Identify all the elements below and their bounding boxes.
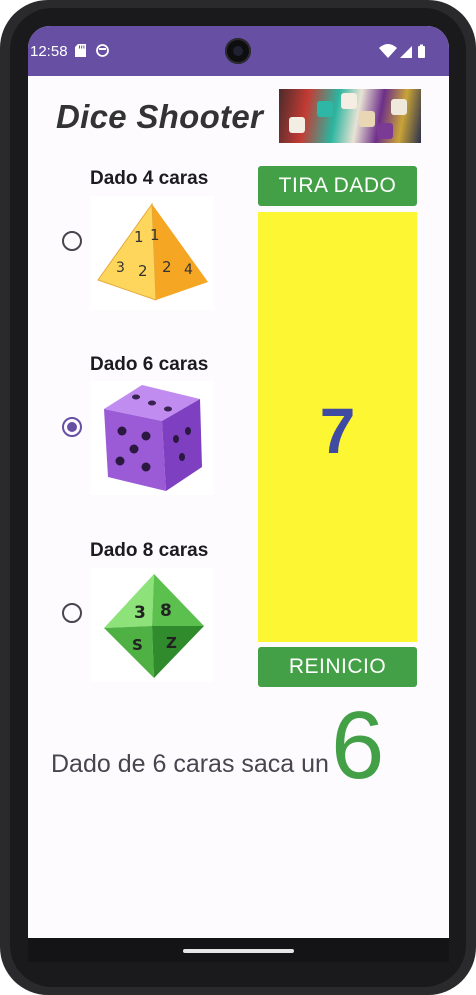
signal-icon — [400, 46, 412, 58]
roll-dice-button[interactable]: TIRA DADO — [258, 166, 417, 206]
reset-button[interactable]: REINICIO — [258, 647, 417, 687]
svg-text:2: 2 — [138, 262, 148, 280]
svg-text:8: 8 — [160, 601, 172, 621]
app-screen: 12:58 Dice Shooter Dado 4 caras 1 1 3 2 … — [28, 26, 449, 962]
radio-die-8-faces[interactable] — [62, 603, 82, 623]
die-label-6-faces: Dado 6 caras — [90, 354, 209, 375]
svg-text:Z: Z — [166, 634, 177, 652]
result-value: 6 — [331, 692, 385, 799]
svg-text:3: 3 — [134, 603, 146, 623]
roll-display-panel: 7 — [258, 212, 417, 642]
dice-banner-image — [279, 89, 421, 143]
svg-text:S: S — [132, 636, 143, 654]
svg-text:2: 2 — [162, 258, 172, 276]
svg-text:1: 1 — [134, 228, 144, 246]
radio-die-6-faces[interactable] — [62, 417, 82, 437]
die-label-4-faces: Dado 4 caras — [90, 168, 209, 189]
home-gesture-handle[interactable] — [183, 949, 294, 953]
d6-cube-die-icon — [90, 381, 214, 495]
die-label-8-faces: Dado 8 caras — [90, 540, 209, 561]
d8-octahedron-die-icon: 3 8 S Z — [90, 568, 214, 682]
roll-display-value: 7 — [319, 395, 356, 467]
battery-icon — [418, 44, 425, 58]
front-camera — [225, 38, 251, 64]
d4-pyramid-die-icon: 1 1 3 2 2 4 — [90, 196, 214, 310]
status-bar: 12:58 — [28, 26, 449, 76]
status-time: 12:58 — [30, 43, 68, 60]
system-notification-icon — [96, 44, 109, 57]
app-title: Dice Shooter — [56, 98, 264, 135]
svg-text:1: 1 — [150, 226, 160, 244]
svg-text:4: 4 — [184, 262, 193, 278]
status-icons — [379, 43, 439, 59]
result-text: Dado de 6 caras saca un — [51, 750, 329, 778]
radio-die-4-faces[interactable] — [62, 231, 82, 251]
svg-text:3: 3 — [116, 260, 125, 276]
sd-card-icon — [75, 44, 86, 57]
wifi-icon — [379, 44, 397, 58]
